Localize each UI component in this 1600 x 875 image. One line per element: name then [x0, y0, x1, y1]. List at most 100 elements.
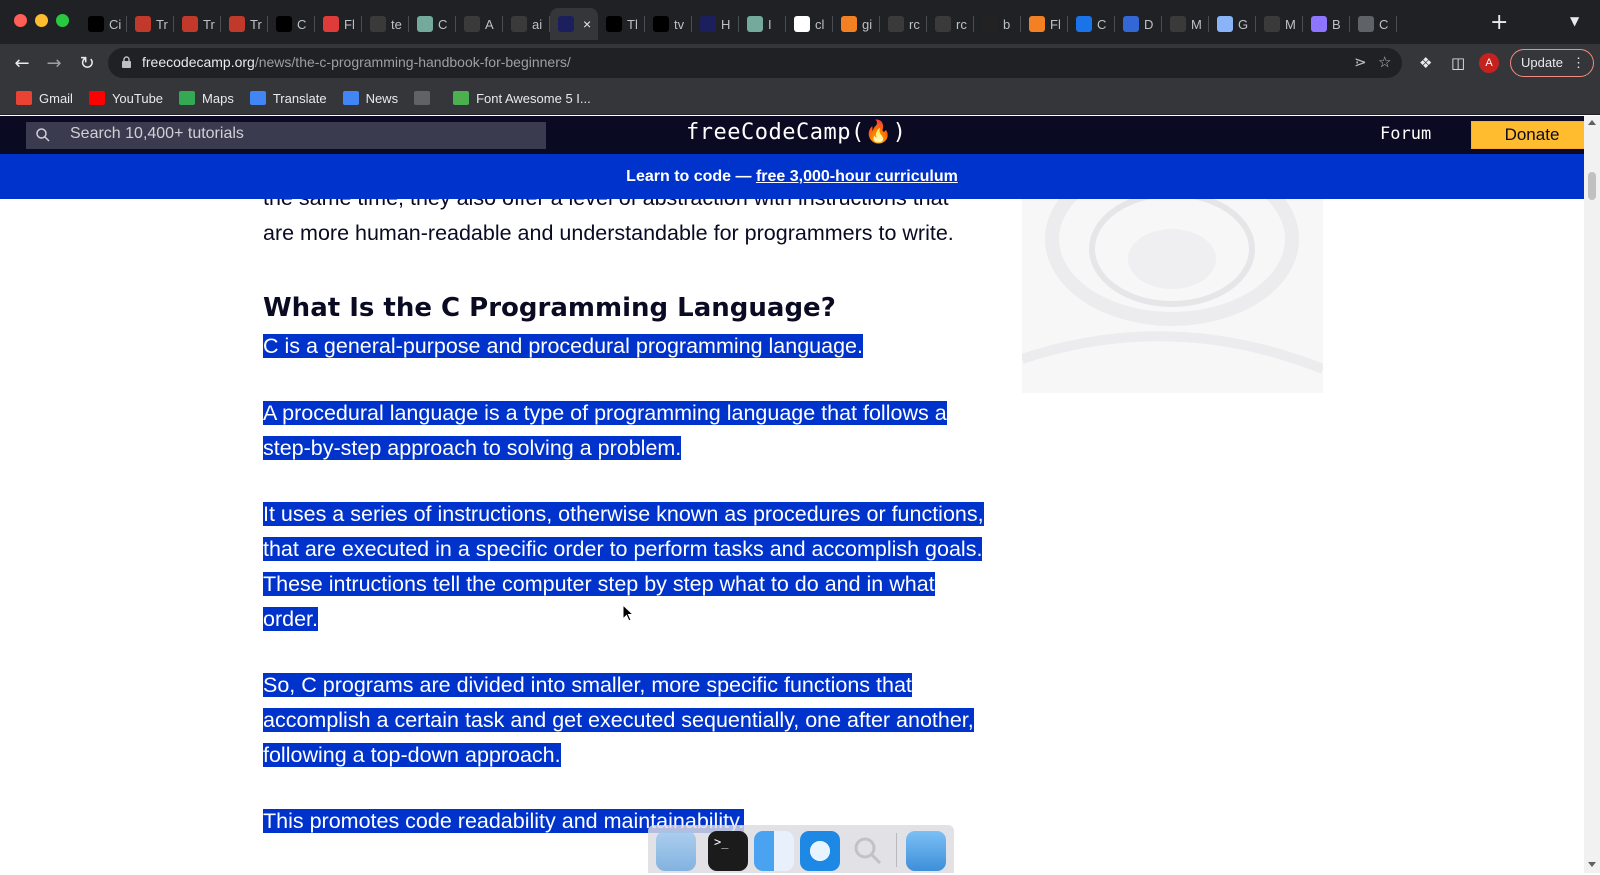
- finder-icon[interactable]: [754, 831, 794, 871]
- paragraph-line: the same time, they also offer a level o…: [263, 199, 954, 216]
- browser-tab[interactable]: M: [1162, 8, 1209, 40]
- bookmark-item[interactable]: Font Awesome 5 I...: [453, 91, 591, 106]
- bookmark-item[interactable]: Maps: [179, 91, 234, 106]
- chatgpt-icon: [747, 16, 763, 32]
- browser-tab[interactable]: tv: [645, 8, 692, 40]
- tab-title: M: [1285, 16, 1296, 32]
- paragraph-line: C is a general-purpose and procedural pr…: [263, 329, 863, 364]
- extensions-icon[interactable]: ❖: [1419, 54, 1432, 72]
- browser-tab[interactable]: Ci: [80, 8, 127, 40]
- dock-divider: [896, 833, 897, 867]
- paragraph-line: A procedural language is a type of progr…: [263, 396, 947, 431]
- browser-tab[interactable]: G: [1209, 8, 1256, 40]
- terminal-icon[interactable]: >_: [708, 831, 748, 871]
- browser-tab[interactable]: gi: [833, 8, 880, 40]
- browser-tab[interactable]: A: [456, 8, 503, 40]
- close-window-button[interactable]: [14, 14, 27, 27]
- reload-icon[interactable]: ↻: [74, 50, 100, 76]
- curriculum-link[interactable]: free 3,000-hour curriculum: [756, 168, 958, 185]
- github-icon: [888, 16, 904, 32]
- bookmark-star-icon[interactable]: ☆: [1378, 53, 1391, 71]
- desktop-folder-icon[interactable]: [656, 831, 696, 871]
- paragraph-2: A procedural language is a type of progr…: [263, 396, 947, 466]
- github-icon: [370, 16, 386, 32]
- fcc-logo[interactable]: freeCodeCamp(🔥): [686, 120, 906, 145]
- browser-tab[interactable]: cl: [786, 8, 833, 40]
- red-square-icon: [135, 16, 151, 32]
- scroll-up-icon[interactable]: [1588, 120, 1596, 125]
- update-button[interactable]: Update ⋮: [1510, 49, 1594, 77]
- browser-tab[interactable]: B: [1303, 8, 1350, 40]
- address-bar[interactable]: freecodecamp.org/news/the-c-programming-…: [108, 48, 1402, 78]
- maps-icon: [179, 91, 196, 105]
- side-panel-icon[interactable]: ◫: [1451, 54, 1465, 72]
- browser-tab[interactable]: C: [409, 8, 456, 40]
- chatgpt-icon: [417, 16, 433, 32]
- browser-tab[interactable]: rc: [880, 8, 927, 40]
- browser-tab[interactable]: Tr: [127, 8, 174, 40]
- browser-tab[interactable]: ai: [503, 8, 550, 40]
- new-tab-button[interactable]: +: [1490, 10, 1508, 36]
- search-input[interactable]: Search 10,400+ tutorials: [26, 122, 546, 149]
- bookmark-item[interactable]: News: [342, 91, 398, 106]
- scroll-thumb[interactable]: [1588, 172, 1596, 200]
- folder-icon[interactable]: [906, 831, 946, 871]
- browser-tab[interactable]: I: [739, 8, 786, 40]
- browser-tab[interactable]: b: [974, 8, 1021, 40]
- headset-icon: [1076, 16, 1092, 32]
- forum-link[interactable]: Forum: [1380, 124, 1431, 144]
- bookmark-label: Maps: [202, 90, 234, 106]
- globe-icon: [414, 91, 431, 105]
- browser-tab[interactable]: te: [362, 8, 409, 40]
- scroll-down-icon[interactable]: [1588, 862, 1596, 867]
- terminal-icon: [276, 16, 292, 32]
- bookmark-item[interactable]: YouTube: [88, 91, 163, 106]
- bookmark-item[interactable]: [414, 91, 437, 105]
- maximize-window-button[interactable]: [56, 14, 69, 27]
- stackoverflow-icon: [841, 16, 857, 32]
- browser-tab[interactable]: D: [1115, 8, 1162, 40]
- translate-icon: [249, 91, 266, 105]
- donate-button[interactable]: Donate: [1471, 121, 1593, 149]
- close-tab-icon[interactable]: ×: [583, 16, 591, 32]
- bookmark-item[interactable]: Gmail: [16, 91, 73, 106]
- section-heading: What Is the C Programming Language?: [263, 293, 836, 323]
- profile-avatar[interactable]: A: [1479, 53, 1499, 73]
- browser-tab[interactable]: H: [692, 8, 739, 40]
- browser-tab[interactable]: C: [268, 8, 315, 40]
- tab-title: te: [391, 16, 402, 32]
- tab-title: Tl: [627, 16, 638, 32]
- forward-icon[interactable]: →: [41, 50, 67, 76]
- selected-text: that are executed in a specific order to…: [263, 537, 983, 561]
- tab-title: G: [1238, 16, 1249, 32]
- github-icon: [511, 16, 527, 32]
- article-viewport: the same time, they also offer a level o…: [0, 199, 1584, 873]
- browser-tab[interactable]: M: [1256, 8, 1303, 40]
- browser-tab[interactable]: Fl: [315, 8, 362, 40]
- browser-tab[interactable]: ×: [550, 8, 598, 40]
- back-icon[interactable]: ←: [9, 50, 35, 76]
- browser-tab[interactable]: Tr: [221, 8, 268, 40]
- safari-icon[interactable]: [800, 831, 840, 871]
- tab-search-icon[interactable]: ▼: [1570, 14, 1579, 28]
- browser-tab[interactable]: Tl: [598, 8, 645, 40]
- menu-icon[interactable]: ⋮: [1572, 50, 1585, 76]
- page-scrollbar[interactable]: [1584, 116, 1600, 873]
- dock: >_: [648, 825, 954, 873]
- browser-tab[interactable]: Fl: [1021, 8, 1068, 40]
- browser-tab[interactable]: Tr: [174, 8, 221, 40]
- browser-tab[interactable]: C: [1068, 8, 1115, 40]
- paragraph-line: These intructions tell the computer step…: [263, 567, 984, 602]
- selected-text: following a top-down approach.: [263, 743, 561, 767]
- mouse-cursor-icon: [622, 604, 634, 622]
- browser-tab[interactable]: C: [1350, 8, 1397, 40]
- search-placeholder: Search 10,400+ tutorials: [70, 125, 244, 142]
- minimize-window-button[interactable]: [35, 14, 48, 27]
- selected-text: accomplish a certain task and get execut…: [263, 708, 974, 732]
- browser-tab[interactable]: rc: [927, 8, 974, 40]
- tab-title: gi: [862, 16, 873, 32]
- bookmark-item[interactable]: Translate: [249, 91, 327, 106]
- bookmark-label: Font Awesome 5 I...: [476, 90, 591, 106]
- share-icon[interactable]: ⋗: [1354, 53, 1367, 71]
- search-icon[interactable]: [848, 831, 888, 871]
